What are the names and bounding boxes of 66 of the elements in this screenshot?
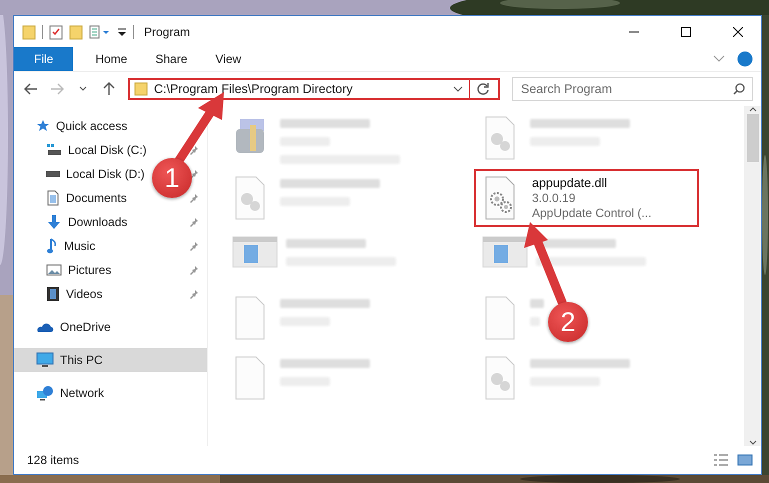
details-view-icon [713,453,729,467]
chevron-down-icon [748,440,756,446]
ribbon-tab[interactable]: Share [141,47,202,71]
cloud-icon [36,321,54,333]
customize-icon [89,24,111,40]
arrow-up-icon [103,82,115,96]
window-title: Program [144,24,192,38]
sidebar-item[interactable]: This PC [36,352,103,368]
arrow-left-icon [24,83,38,95]
network-icon [36,385,54,401]
dropdown-icon [117,26,127,36]
chevron-up-icon [748,106,756,112]
search-icon [733,83,745,95]
sidebar-item[interactable]: Network [36,385,104,401]
file-detail: AppUpdate Control (... [532,206,652,220]
properties-icon [49,24,63,40]
image-icon [46,263,62,277]
item-count: 128 items [27,453,80,467]
pin-icon [189,193,199,203]
scrollbar[interactable] [744,106,761,446]
file-item[interactable]: appupdate.dll 3.0.0.19 AppUpdate Control (... [474,169,699,227]
download-icon [46,214,62,230]
ribbon-tab[interactable]: Home [81,47,142,71]
pin-icon [189,265,199,275]
maximize-icon [681,26,691,36]
large-icons-view-icon [737,453,753,467]
new-folder-icon [69,24,83,40]
chevron-down-icon [713,55,725,63]
ribbon-tab[interactable]: File [14,47,74,71]
music-note-icon [46,238,58,254]
close-icon [733,26,743,36]
pin-icon [189,217,199,227]
sidebar-item[interactable]: Videos [46,286,102,302]
scrollbar-thumb[interactable] [746,114,758,162]
star-icon [36,119,50,133]
sidebar-item[interactable]: Music [46,238,96,254]
sidebar-item[interactable]: Downloads [46,214,128,230]
sidebar-item[interactable]: Local Disk (D:) [46,167,145,181]
refresh-icon [476,82,490,96]
search-field[interactable]: Search Program [512,77,753,101]
chevron-down-icon [453,86,463,92]
drive-icon [46,143,62,157]
file-detail: 3.0.0.19 [532,191,576,205]
film-icon [46,286,60,302]
monitor-icon [36,352,54,368]
sidebar-item[interactable]: Quick access [36,119,128,133]
folder-icon [134,82,148,96]
blurred-text [530,299,544,308]
arrow-right-icon [50,83,64,95]
sidebar-item[interactable]: Documents [46,190,127,206]
document-icon [46,190,60,206]
address-bar[interactable]: C:\Program Files\Program Directory [128,78,500,100]
pin-icon [189,241,199,251]
chevron-down-icon [79,86,87,92]
pin-icon [189,145,199,155]
sidebar-item[interactable]: OneDrive [36,320,111,334]
drive-icon [46,171,60,177]
application-icon [482,235,528,269]
sidebar-item[interactable]: Pictures [46,263,112,277]
ribbon-tab[interactable]: View [201,47,256,71]
folder-icon [22,24,36,40]
pin-icon [189,289,199,299]
address-path: C:\Program Files\Program Directory [154,82,354,96]
file-name: appupdate.dll [532,176,608,190]
application-icon [232,235,278,269]
sidebar-item[interactable]: Local Disk (C:) [46,143,147,157]
